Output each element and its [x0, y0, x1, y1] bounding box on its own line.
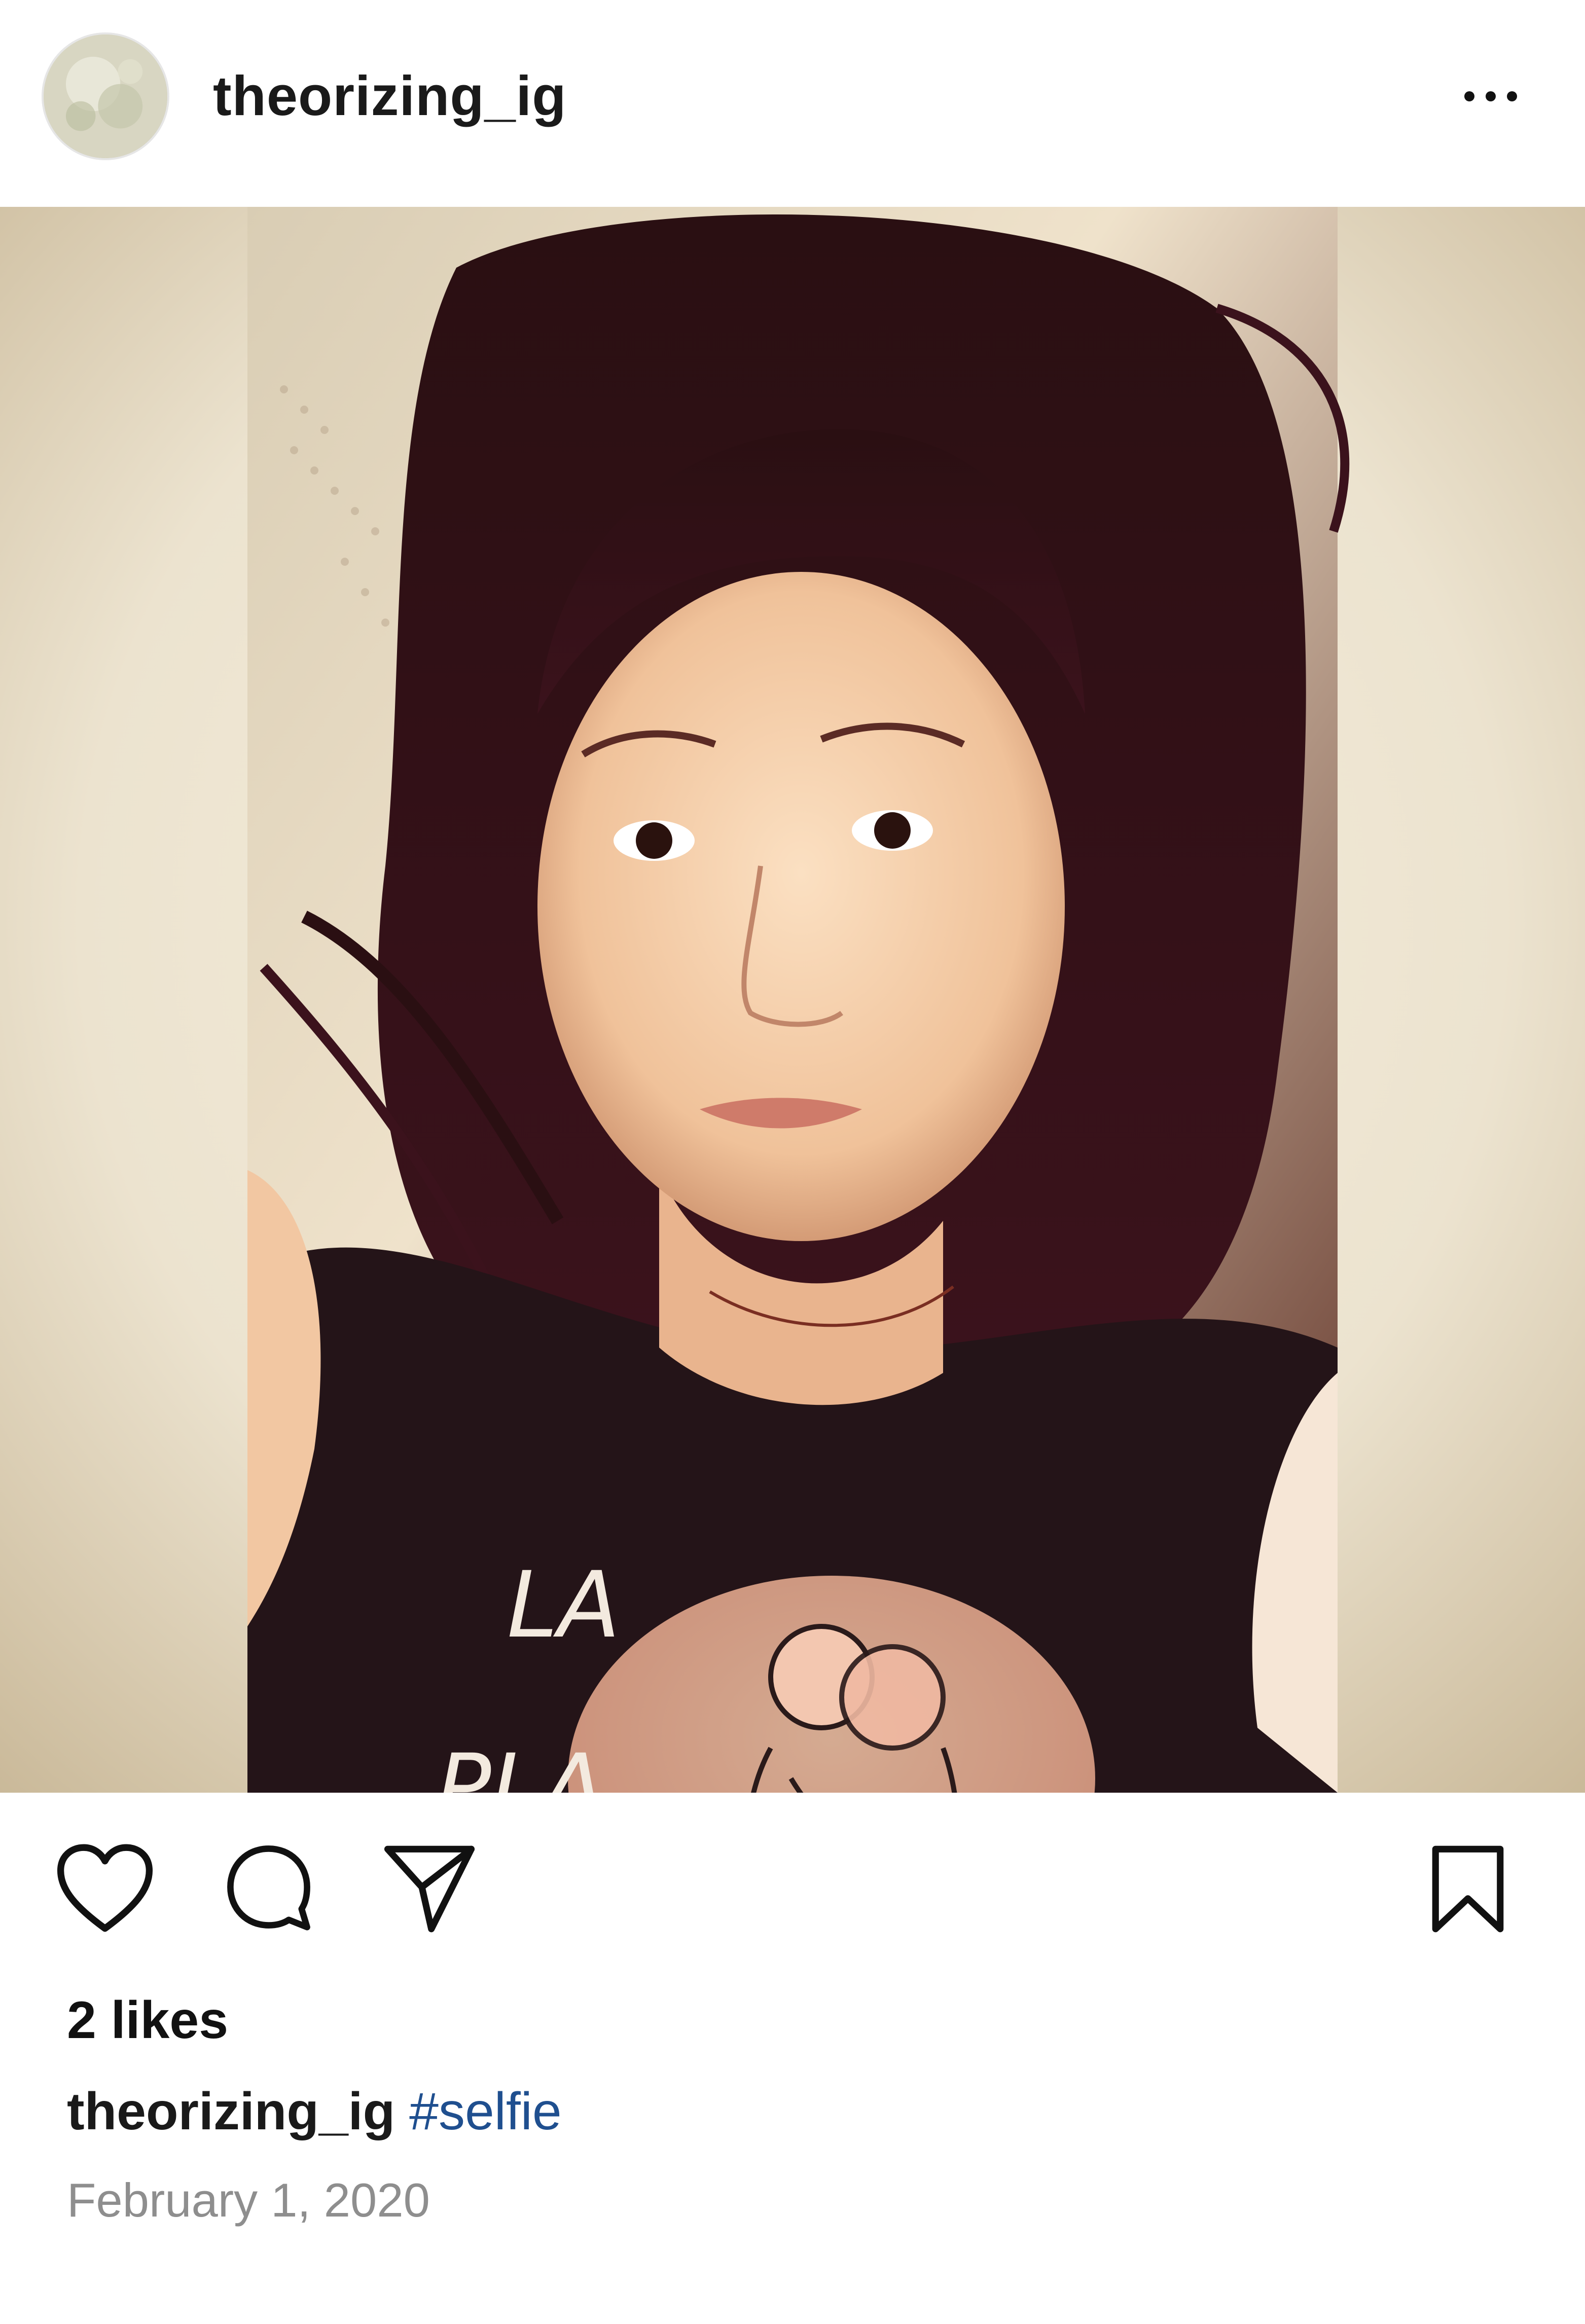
send-icon[interactable] [381, 1843, 478, 1935]
post-image[interactable]: LA PLA NÈTE [0, 207, 1585, 1793]
post-header: theorizing_ig [0, 0, 1585, 207]
shirt-text-line1: LA [507, 1552, 620, 1658]
post-date: February 1, 2020 [67, 2173, 430, 2227]
more-options-button[interactable] [1455, 76, 1526, 117]
caption-username[interactable]: theorizing_ig [67, 2082, 395, 2141]
heart-icon[interactable] [57, 1843, 153, 1933]
post-actions [0, 1793, 1585, 1985]
caption: theorizing_ig #selfie [67, 2079, 562, 2145]
post-username[interactable]: theorizing_ig [213, 61, 566, 132]
selfie-photo: LA PLA NÈTE [0, 207, 1585, 1793]
more-dot [1507, 91, 1517, 101]
bookmark-icon[interactable] [1430, 1843, 1506, 1935]
caption-hashtag[interactable]: #selfie [409, 2082, 562, 2141]
avatar[interactable] [42, 32, 169, 160]
avatar-image [44, 34, 167, 158]
likes-count[interactable]: 2 likes [67, 1987, 228, 2053]
comment-icon[interactable] [223, 1841, 314, 1933]
shirt-text-line2: PLA [436, 1735, 604, 1793]
more-horizontal-icon [1464, 91, 1474, 101]
more-dot [1486, 91, 1496, 101]
